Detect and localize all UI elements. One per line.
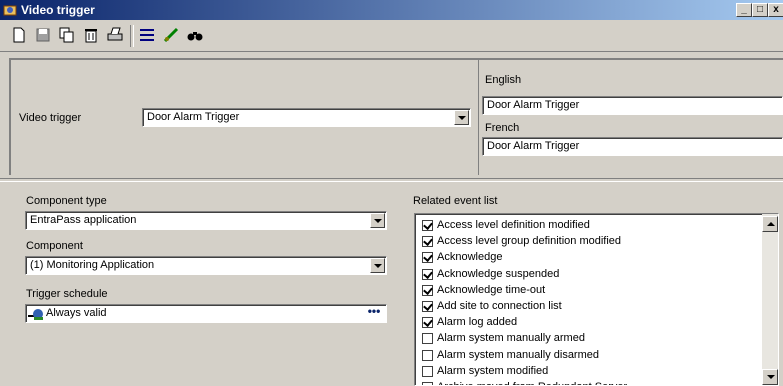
component-type-label: Component type [26,195,107,207]
english-label: English [485,74,522,86]
event-label: Alarm system manually armed [437,332,585,345]
scroll-down-arrow-icon[interactable] [762,369,778,385]
trigger-schedule-value: Always valid [46,307,107,319]
delete-icon[interactable] [80,24,102,46]
component-type-value: EntraPass application [30,214,137,226]
video-trigger-value: Door Alarm Trigger [147,111,240,123]
language-panel [478,58,783,175]
event-label: Acknowledge time-out [437,283,546,296]
event-list-scrollbar[interactable] [762,214,778,385]
trigger-schedule-label: Trigger schedule [26,288,108,300]
event-label: Alarm log added [437,316,518,329]
english-name-input[interactable]: Door Alarm Trigger [482,96,783,115]
minimize-button[interactable]: _ [736,3,752,17]
maximize-button[interactable]: □ [752,3,768,17]
print-icon[interactable] [104,24,126,46]
event-label: Acknowledge [437,251,503,264]
unchecked-checkbox[interactable] [422,365,433,377]
event-label: Alarm system modified [437,364,549,377]
component-type-select[interactable]: EntraPass application [25,211,387,230]
list-icon[interactable] [136,24,158,46]
app-icon [3,3,17,17]
event-label: Archive moved from Redundant Server [437,381,627,385]
checked-checkbox[interactable] [422,301,433,312]
link-icon[interactable] [160,24,182,46]
event-label: Acknowledge suspended [437,267,560,280]
component-label: Component [26,240,83,252]
toolbar-separator [130,25,134,47]
related-event-list-label: Related event list [413,195,498,207]
scroll-up-arrow-icon[interactable] [762,216,778,232]
french-name-input[interactable]: Door Alarm Trigger [482,137,783,156]
checked-checkbox[interactable] [422,284,433,296]
copy-icon[interactable] [56,24,78,46]
new-icon[interactable] [8,24,30,46]
event-label: Access level group definition modified [437,235,622,248]
save-icon[interactable] [32,24,54,46]
event-label: Alarm system manually disarmed [437,348,599,361]
unchecked-checkbox[interactable] [422,382,433,385]
checked-checkbox[interactable] [422,317,433,329]
toolbar [0,21,783,52]
chevron-down-icon[interactable] [370,258,385,273]
video-trigger-label: Video trigger [19,112,82,124]
chevron-down-icon[interactable] [454,110,469,125]
video-trigger-select[interactable]: Door Alarm Trigger [142,108,471,127]
schedule-icon [28,307,44,322]
checked-checkbox[interactable] [422,268,433,280]
checked-checkbox[interactable] [422,236,433,248]
close-button[interactable]: x [768,3,783,17]
unchecked-checkbox[interactable] [422,349,433,361]
trigger-schedule-field[interactable]: Always valid ••• [25,304,387,323]
browse-schedule-button[interactable]: ••• [364,305,384,320]
component-value: (1) Monitoring Application [30,259,155,271]
english-name-value: Door Alarm Trigger [487,99,580,111]
unchecked-checkbox[interactable] [422,333,433,345]
french-label: French [485,122,520,134]
window-title: Video trigger [21,3,95,17]
french-name-value: Door Alarm Trigger [487,140,580,152]
checked-checkbox[interactable] [422,220,433,231]
chevron-down-icon[interactable] [370,213,385,228]
event-label: Access level definition modified [437,219,590,231]
checked-checkbox[interactable] [422,252,433,264]
title-bar[interactable]: Video trigger _ □ x [0,0,783,20]
event-label: Add site to connection list [437,300,562,312]
section-divider [0,178,783,182]
related-event-list[interactable]: Access level definition modified Access l… [414,213,779,386]
find-icon[interactable] [184,24,206,46]
component-select[interactable]: (1) Monitoring Application [25,256,387,275]
